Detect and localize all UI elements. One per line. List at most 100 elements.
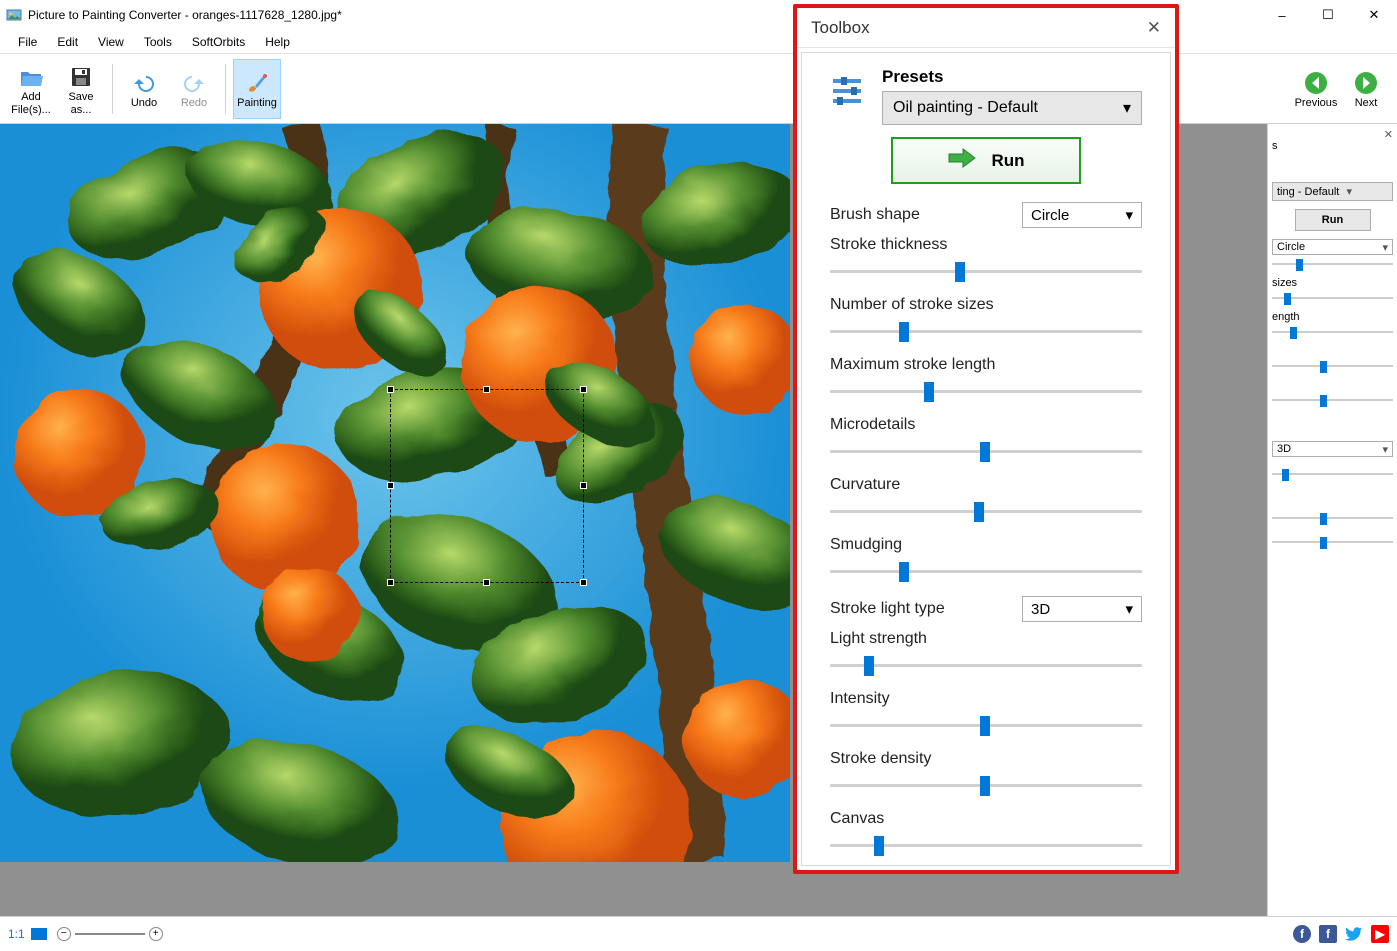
- curvature-slider[interactable]: [830, 500, 1142, 522]
- panel-truncated-label: s: [1272, 140, 1393, 152]
- zoom-track[interactable]: [75, 933, 145, 935]
- brush-shape-label: Brush shape: [830, 206, 920, 224]
- light-strength-slider[interactable]: [830, 654, 1142, 676]
- zoom-in-button[interactable]: +: [149, 927, 163, 941]
- folder-open-icon: [19, 65, 43, 89]
- toolbox-window: Toolbox ✕ Presets Oil painting - Default…: [793, 4, 1179, 874]
- curvature-label: Curvature: [830, 476, 900, 493]
- stroke-density-label: Stroke density: [830, 750, 931, 767]
- presets-heading: Presets: [882, 67, 1142, 87]
- slider-small-6[interactable]: [1272, 467, 1393, 481]
- run-button-small[interactable]: Run: [1295, 209, 1371, 231]
- slider-small-4[interactable]: [1272, 359, 1393, 373]
- minimize-button[interactable]: –: [1259, 0, 1305, 30]
- microdetails-label: Microdetails: [830, 416, 915, 433]
- stroke-light-select-small[interactable]: 3D: [1272, 441, 1393, 457]
- number-of-stroke-sizes-label: Number of stroke sizes: [830, 296, 994, 313]
- menu-file[interactable]: File: [8, 32, 47, 52]
- maximum-stroke-length-label: Maximum stroke length: [830, 356, 995, 373]
- stroke-light-type-dropdown[interactable]: 3D ▾: [1022, 596, 1142, 622]
- youtube-icon[interactable]: ▶: [1371, 925, 1389, 943]
- microdetails-slider[interactable]: [830, 440, 1142, 462]
- fit-to-window-icon[interactable]: [31, 928, 47, 940]
- close-button[interactable]: ✕: [1351, 0, 1397, 30]
- chevron-down-icon: ▾: [1125, 206, 1133, 224]
- brush-shape-dropdown[interactable]: Circle ▾: [1022, 202, 1142, 228]
- redo-button[interactable]: Redo: [170, 59, 218, 119]
- selection-handle-bc[interactable]: [483, 579, 490, 586]
- undo-button[interactable]: Undo: [120, 59, 168, 119]
- menu-view[interactable]: View: [88, 32, 134, 52]
- preset-combo-small[interactable]: ting - Default: [1272, 182, 1393, 201]
- slider-small-8[interactable]: [1272, 535, 1393, 549]
- toolbar: Add File(s)... Save as... Undo Redo Pain…: [0, 54, 1397, 124]
- toolbox-titlebar[interactable]: Toolbox ✕: [797, 8, 1175, 48]
- run-button[interactable]: Run: [891, 137, 1081, 184]
- presets-icon: [830, 73, 868, 109]
- number-of-stroke-sizes-slider[interactable]: [830, 320, 1142, 342]
- toolbar-separator: [225, 64, 226, 114]
- stroke-thickness-label: Stroke thickness: [830, 236, 947, 253]
- chevron-down-icon: ▾: [1125, 600, 1133, 618]
- presets-dropdown[interactable]: Oil painting - Default ▾: [882, 91, 1142, 125]
- zoom-out-button[interactable]: −: [57, 927, 71, 941]
- menu-bar: File Edit View Tools SoftOrbits Help: [0, 30, 1397, 54]
- twitter-icon[interactable]: [1345, 925, 1363, 943]
- selection-handle-br[interactable]: [580, 579, 587, 586]
- close-icon[interactable]: ✕: [1384, 128, 1393, 141]
- redo-icon: [182, 71, 206, 95]
- zoom-slider[interactable]: − +: [57, 927, 163, 941]
- toolbox-close-icon[interactable]: ✕: [1147, 18, 1161, 38]
- selection-handle-tc[interactable]: [483, 386, 490, 393]
- window-title: Picture to Painting Converter - oranges-…: [28, 8, 342, 22]
- canvas-area[interactable]: [0, 124, 1397, 916]
- social-icon[interactable]: f: [1293, 925, 1311, 943]
- selection-rectangle[interactable]: [390, 389, 584, 583]
- previous-button[interactable]: Previous: [1292, 58, 1340, 118]
- save-icon: [69, 65, 93, 89]
- selection-handle-ml[interactable]: [387, 482, 394, 489]
- light-strength-label: Light strength: [830, 630, 927, 647]
- maximize-button[interactable]: ☐: [1305, 0, 1351, 30]
- slider-small-7[interactable]: [1272, 511, 1393, 525]
- intensity-slider[interactable]: [830, 714, 1142, 736]
- menu-help[interactable]: Help: [255, 32, 300, 52]
- previous-icon: [1304, 71, 1328, 95]
- painting-button[interactable]: Painting: [233, 59, 281, 119]
- label-truncated-ength: ength: [1272, 311, 1393, 323]
- stroke-light-type-label: Stroke light type: [830, 600, 945, 618]
- status-bar: 1:1 − + f f ▶: [0, 916, 1397, 951]
- zoom-ratio-label[interactable]: 1:1: [8, 927, 25, 941]
- menu-edit[interactable]: Edit: [47, 32, 88, 52]
- menu-softorbits[interactable]: SoftOrbits: [182, 32, 255, 52]
- facebook-icon[interactable]: f: [1319, 925, 1337, 943]
- smudging-slider[interactable]: [830, 560, 1142, 582]
- canvas-slider[interactable]: [830, 834, 1142, 856]
- selection-handle-tl[interactable]: [387, 386, 394, 393]
- slider-small-5[interactable]: [1272, 393, 1393, 407]
- app-icon: [6, 7, 22, 23]
- next-icon: [1354, 71, 1378, 95]
- selection-handle-bl[interactable]: [387, 579, 394, 586]
- stroke-thickness-slider[interactable]: [830, 260, 1142, 282]
- maximum-stroke-length-slider[interactable]: [830, 380, 1142, 402]
- title-bar: Picture to Painting Converter - oranges-…: [0, 0, 1397, 30]
- add-files-button[interactable]: Add File(s)...: [7, 59, 55, 119]
- toolbox-body: Presets Oil painting - Default ▾ Run Bru…: [801, 52, 1171, 866]
- next-button[interactable]: Next: [1342, 58, 1390, 118]
- brush-shape-select-small[interactable]: Circle: [1272, 239, 1393, 255]
- selection-handle-mr[interactable]: [580, 482, 587, 489]
- stroke-density-slider[interactable]: [830, 774, 1142, 796]
- selection-handle-tr[interactable]: [580, 386, 587, 393]
- label-truncated-sizes: sizes: [1272, 277, 1393, 289]
- run-arrow-icon: [947, 147, 977, 174]
- right-docked-toolbox: ✕ s ting - Default Run Circle sizes engt…: [1267, 124, 1397, 916]
- toolbar-separator: [112, 64, 113, 114]
- brush-icon: [245, 71, 269, 95]
- slider-small-3[interactable]: [1272, 325, 1393, 339]
- undo-icon: [132, 71, 156, 95]
- slider-small-2[interactable]: [1272, 291, 1393, 305]
- menu-tools[interactable]: Tools: [134, 32, 182, 52]
- save-as-button[interactable]: Save as...: [57, 59, 105, 119]
- slider-small-1[interactable]: [1272, 257, 1393, 271]
